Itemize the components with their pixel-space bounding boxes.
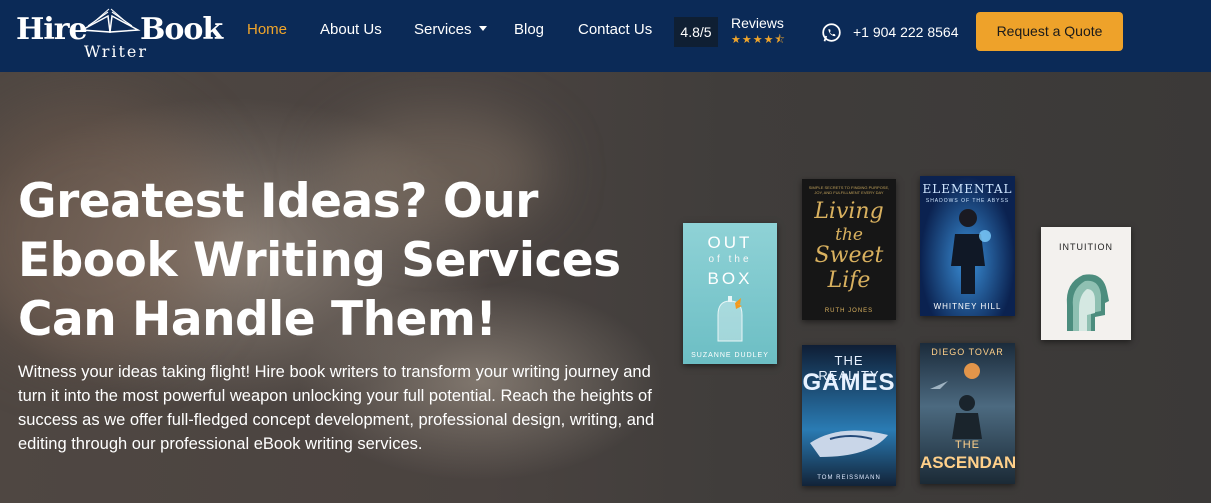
open-book-icon	[79, 8, 141, 33]
nav-about-link[interactable]: About Us	[320, 21, 382, 38]
hero-heading: Greatest Ideas? Our Ebook Writing Servic…	[18, 174, 621, 347]
book-author: WHITNEY HILL	[933, 302, 1002, 311]
book-cover-elemental: ELEMENTAL SHADOWS OF THE ABYSS WHITNEY H…	[920, 176, 1015, 316]
nav-services-link[interactable]: Services	[414, 21, 487, 38]
book-author: SUZANNE DUDLEY	[691, 352, 769, 359]
book-cover-the-reality-games: THE REALITY GAMES TOM REISSMANN	[802, 345, 896, 486]
book-title: THE	[955, 439, 980, 451]
book-title: OUT	[707, 233, 753, 252]
nav-blog-link[interactable]: Blog	[514, 21, 544, 38]
book-title: Sweet	[814, 243, 884, 268]
face-illustration	[810, 430, 888, 457]
heroine-illustration	[951, 209, 991, 294]
book-title: of the	[708, 254, 752, 265]
book-subtitle: SHADOWS OF THE ABYSS	[925, 198, 1010, 204]
whatsapp-icon[interactable]	[821, 22, 842, 43]
request-quote-button[interactable]: Request a Quote	[976, 12, 1123, 51]
logo-word-hire: Hire	[16, 12, 88, 47]
logo-word-book: Book	[140, 12, 223, 47]
hero-section: Greatest Ideas? Our Ebook Writing Servic…	[0, 72, 1211, 503]
book-cover-living-the-sweet-life: SIMPLE SECRETS TO FINDING PURPOSE, JOY, …	[802, 179, 896, 320]
chevron-down-icon	[478, 25, 487, 31]
nav-home-link[interactable]: Home	[247, 21, 287, 38]
book-author: TOM REISSMANN	[817, 475, 881, 481]
book-author: DIEGO TOVAR	[931, 347, 1004, 357]
brand-logo[interactable]: Hire Book Writer	[16, 6, 223, 62]
book-cover-intuition: INTUITION	[1041, 227, 1131, 340]
book-title: Living	[814, 199, 884, 224]
book-title: ELEMENTAL	[922, 182, 1013, 196]
book-title: Life	[827, 268, 871, 293]
book-cover-the-ascendants: DIEGO TOVAR THE ASCENDANTS	[920, 343, 1015, 484]
astronaut-illustration	[930, 363, 982, 439]
star-rating-icons: ★★★★⯪	[731, 34, 786, 46]
logo-word-writer: Writer	[84, 42, 149, 61]
reviews-label[interactable]: Reviews	[731, 15, 784, 31]
top-navbar: Hire Book Writer Home About Us Services …	[0, 0, 1211, 72]
nav-contact-link[interactable]: Contact Us	[578, 21, 652, 38]
layered-head-illustration	[1066, 274, 1109, 331]
book-title: GAMES	[802, 369, 896, 396]
nav-services-label: Services	[414, 21, 472, 38]
book-title: INTUITION	[1059, 242, 1113, 252]
hero-description: Witness your ideas taking flight! Hire b…	[18, 363, 655, 453]
phone-number-link[interactable]: +1 904 222 8564	[853, 24, 959, 40]
rating-badge: 4.8/5	[674, 17, 718, 47]
bell-jar-illustration	[717, 296, 743, 342]
book-title: the	[835, 225, 863, 245]
book-tagline: SIMPLE SECRETS TO FINDING PURPOSE, JOY, …	[808, 185, 890, 195]
book-title: BOX	[707, 269, 753, 288]
book-cover-out-of-the-box: OUT of the BOX SUZANNE DUDLEY	[683, 223, 777, 364]
book-author: RUTH JONES	[824, 308, 874, 314]
book-title: ASCENDANTS	[920, 453, 1015, 472]
